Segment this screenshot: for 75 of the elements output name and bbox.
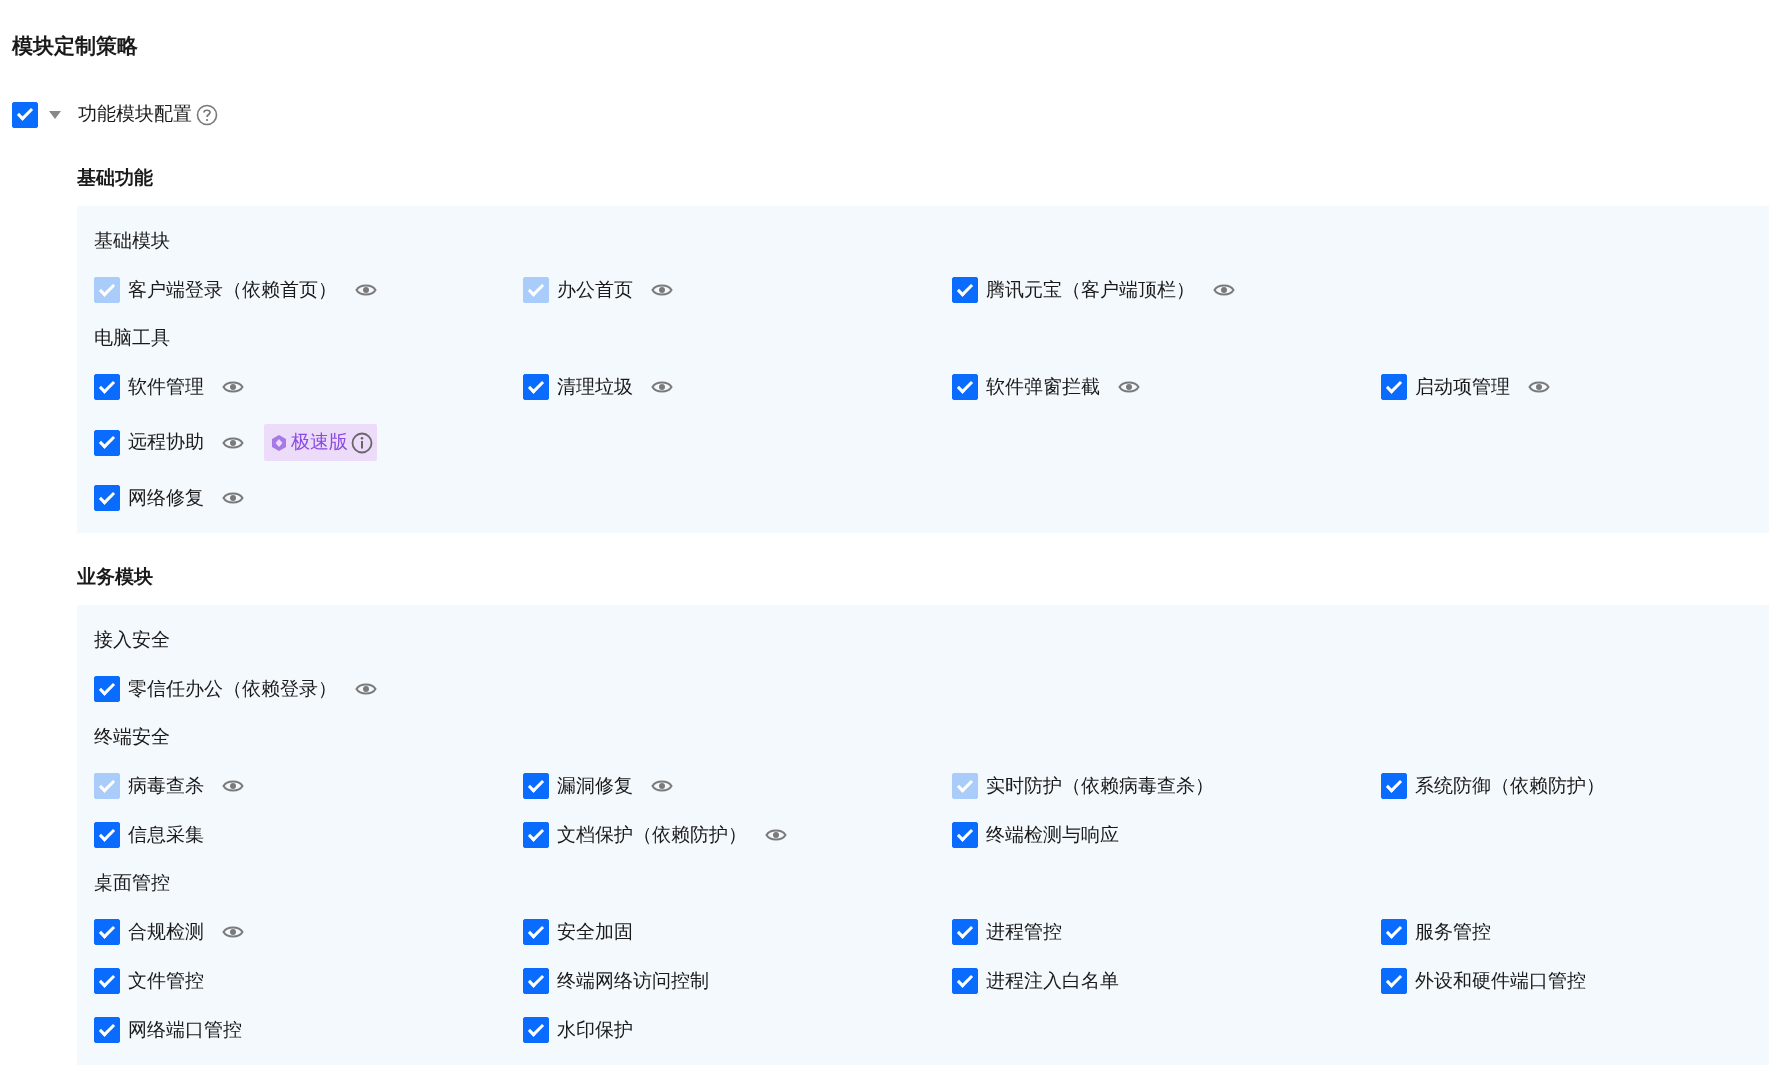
checkbox[interactable] — [523, 968, 549, 994]
checkbox[interactable] — [94, 676, 120, 702]
option-label: 启动项管理 — [1415, 374, 1510, 399]
checkbox[interactable] — [523, 919, 549, 945]
option-label: 网络端口管控 — [128, 1017, 242, 1042]
group-label: 电脑工具 — [94, 326, 171, 351]
group-label: 基础模块 — [94, 229, 171, 254]
info-icon[interactable] — [351, 431, 373, 454]
option-label: 终端网络访问控制 — [557, 968, 709, 993]
option-label: 进程注入白名单 — [986, 968, 1119, 993]
checkbox[interactable] — [1381, 919, 1407, 945]
option-label: 服务管控 — [1415, 919, 1491, 944]
checkbox[interactable] — [952, 374, 978, 400]
eye-icon[interactable] — [765, 827, 787, 843]
checkbox[interactable] — [952, 968, 978, 994]
caret-down-icon[interactable] — [48, 109, 62, 120]
eye-icon[interactable] — [222, 924, 244, 940]
option-label: 合规检测 — [128, 919, 204, 944]
option-label: 终端检测与响应 — [986, 822, 1119, 847]
option-label: 腾讯元宝（客户端顶栏） — [986, 277, 1195, 302]
option-label: 软件管理 — [128, 374, 204, 399]
option-label: 零信任办公（依赖登录） — [128, 676, 337, 701]
page-title: 模块定制策略 — [12, 33, 139, 59]
option-label: 安全加固 — [557, 919, 633, 944]
option-label: 进程管控 — [986, 919, 1062, 944]
checkbox[interactable] — [523, 822, 549, 848]
checkbox[interactable] — [94, 429, 120, 456]
option-label: 软件弹窗拦截 — [986, 374, 1100, 399]
section-label: 功能模块配置 — [78, 102, 192, 127]
option-label: 系统防御（依赖防护） — [1415, 773, 1605, 798]
option-label: 外设和硬件端口管控 — [1415, 968, 1586, 993]
checkbox[interactable] — [94, 374, 120, 400]
checkbox[interactable] — [94, 968, 120, 994]
option-label: 信息采集 — [128, 822, 204, 847]
group-label: 终端安全 — [94, 725, 171, 750]
checkbox[interactable] — [952, 822, 978, 848]
eye-icon[interactable] — [651, 778, 673, 794]
checkbox[interactable] — [523, 374, 549, 400]
section-heading: 业务模块 — [77, 565, 154, 590]
option-label: 清理垃圾 — [557, 374, 633, 399]
option-label: 文档保护（依赖防护） — [557, 822, 747, 847]
checkbox[interactable] — [94, 822, 120, 848]
option-label: 病毒查杀 — [128, 773, 204, 798]
eye-icon[interactable] — [1118, 379, 1140, 395]
checkbox[interactable] — [952, 919, 978, 945]
checkbox[interactable] — [94, 919, 120, 945]
checkbox[interactable] — [94, 485, 120, 511]
group-label: 接入安全 — [94, 628, 171, 653]
option-label: 客户端登录（依赖首页） — [128, 277, 337, 302]
eye-icon[interactable] — [1528, 379, 1550, 395]
eye-icon[interactable] — [222, 490, 244, 506]
checkbox[interactable] — [523, 773, 549, 799]
checkbox[interactable] — [1381, 374, 1407, 400]
checkbox[interactable] — [1381, 968, 1407, 994]
eye-icon[interactable] — [1213, 282, 1235, 298]
checkbox[interactable] — [12, 101, 38, 128]
option-label: 水印保护 — [557, 1017, 633, 1042]
group-label: 桌面管控 — [94, 871, 171, 896]
checkbox[interactable] — [952, 277, 978, 303]
option-label: 办公首页 — [557, 277, 633, 302]
option-label: 网络修复 — [128, 485, 204, 510]
checkbox[interactable] — [523, 1017, 549, 1043]
hexagon-icon — [270, 433, 288, 452]
checkbox[interactable] — [94, 1017, 120, 1043]
option-label: 文件管控 — [128, 968, 204, 993]
badge-text: 极速版 — [291, 430, 348, 455]
option-label: 漏洞修复 — [557, 773, 633, 798]
section-heading: 基础功能 — [77, 166, 154, 191]
checkbox[interactable] — [1381, 773, 1407, 799]
option-label: 远程协助 — [128, 430, 204, 455]
eye-icon[interactable] — [651, 379, 673, 395]
help-icon[interactable] — [196, 103, 218, 126]
eye-icon[interactable] — [222, 379, 244, 395]
option-label: 实时防护（依赖病毒查杀） — [986, 773, 1214, 798]
eye-icon[interactable] — [355, 681, 377, 697]
